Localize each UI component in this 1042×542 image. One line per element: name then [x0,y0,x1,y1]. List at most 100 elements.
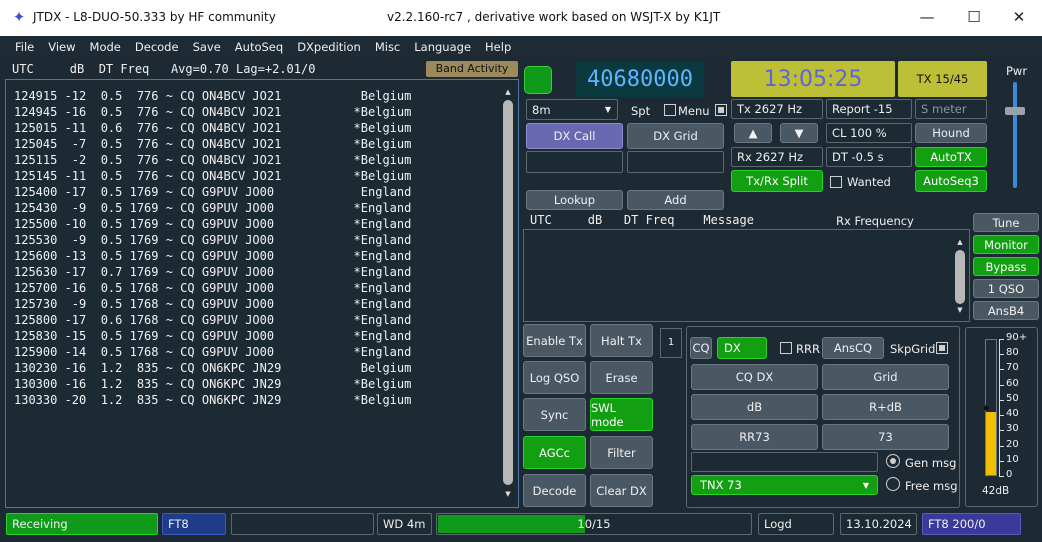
one-qso-button[interactable]: 1 QSO [973,279,1039,298]
gen-msg-radio[interactable] [886,454,900,468]
scroll-thumb[interactable] [503,100,513,485]
decode-line[interactable]: 125500 -10 0.5 1769 ~ CQ G9PUV JO00 *Eng… [14,216,502,232]
ans-b4-button[interactable]: AnsB4 [973,301,1039,320]
report-field[interactable]: Report -15 [826,99,912,119]
minimize-icon[interactable]: — [904,0,950,36]
s-meter-field[interactable]: S meter [915,99,987,119]
decode-line[interactable]: 125700 -16 0.5 1768 ~ CQ G9PUV JO00 *Eng… [14,280,502,296]
power-slider-handle[interactable] [1005,107,1025,115]
menu-misc[interactable]: Misc [368,36,407,58]
decode-line[interactable]: 130330 -20 1.2 835 ~ CQ ON6KPC JN29 *Bel… [14,392,502,408]
scroll-up-icon[interactable]: ▲ [955,238,965,246]
scroll-down-icon[interactable]: ▼ [955,306,965,314]
menu-dxpedition[interactable]: DXpedition [290,36,368,58]
up-arrow-button[interactable]: ▲ [734,123,772,143]
halt-tx-button[interactable]: Halt Tx [590,324,653,357]
menu-help[interactable]: Help [478,36,518,58]
decode-line[interactable]: 125730 -9 0.5 1768 ~ CQ G9PUV JO00 *Engl… [14,296,502,312]
hound-button[interactable]: Hound [915,123,987,143]
free-text-input[interactable] [691,452,878,472]
decode-line[interactable]: 125045 -7 0.5 776 ~ CQ ON4BCV JO21 *Belg… [14,136,502,152]
band-activity-panel[interactable]: 124915 -12 0.5 776 ~ CQ ON4BCV JO21 Belg… [5,79,519,508]
lookup-button[interactable]: Lookup [526,190,623,210]
filter-button[interactable]: Filter [590,436,653,469]
menu-save[interactable]: Save [186,36,228,58]
decode-line[interactable]: 130300 -16 1.2 835 ~ CQ ON6KPC JN29 *Bel… [14,376,502,392]
rrr-checkbox[interactable] [780,342,792,354]
band-activity-scrollbar[interactable]: ▲ ▼ [502,86,514,501]
menu-file[interactable]: File [8,36,41,58]
decode-line[interactable]: 125145 -11 0.5 776 ~ CQ ON4BCV JO21 *Bel… [14,168,502,184]
decode-line[interactable]: 125015 -11 0.6 776 ~ CQ ON4BCV JO21 *Bel… [14,120,502,136]
band-select[interactable]: 8m ▼ [526,99,618,120]
decode-line[interactable]: 124945 -16 0.5 776 ~ CQ ON4BCV JO21 *Bel… [14,104,502,120]
decode-line[interactable]: 125630 -17 0.7 1769 ~ CQ G9PUV JO00 *Eng… [14,264,502,280]
menu-view[interactable]: View [41,36,82,58]
decode-line[interactable]: 125115 -2 0.5 776 ~ CQ ON4BCV JO21 *Belg… [14,152,502,168]
menu-mode[interactable]: Mode [83,36,128,58]
cq-button[interactable]: CQ [690,337,712,359]
db-button[interactable]: dB [691,394,818,420]
r-db-button[interactable]: R+dB [822,394,949,420]
decode-line[interactable]: 125530 -9 0.5 1769 ~ CQ G9PUV JO00 *Engl… [14,232,502,248]
anscq-button[interactable]: AnsCQ [822,337,884,359]
scroll-thumb[interactable] [955,250,965,304]
dx-grid-button[interactable]: DX Grid [627,123,724,149]
decode-line[interactable]: 125430 -9 0.5 1769 ~ CQ G9PUV JO00 *Engl… [14,200,502,216]
band-activity-button[interactable]: Band Activity [426,61,518,77]
clear-dx-button[interactable]: Clear DX [590,474,653,507]
decode-line[interactable]: 124915 -12 0.5 776 ~ CQ ON4BCV JO21 Belg… [14,88,502,104]
menu-language[interactable]: Language [407,36,478,58]
add-button[interactable]: Add [627,190,724,210]
dx-call-button[interactable]: DX Call [526,123,623,149]
monitor-button[interactable]: Monitor [973,235,1039,254]
skpgrid-checkbox[interactable] [936,342,948,354]
free-msg-radio[interactable] [886,477,900,491]
rr73-button[interactable]: RR73 [691,424,818,450]
decode-line[interactable]: 125900 -14 0.5 1768 ~ CQ G9PUV JO00 *Eng… [14,344,502,360]
sync-button[interactable]: Sync [523,398,586,431]
enable-tx-button[interactable]: Enable Tx [523,324,586,357]
wanted-checkbox[interactable] [830,176,842,188]
grid-button[interactable]: Grid [822,364,949,390]
swl-mode-button[interactable]: SWL mode [590,398,653,431]
decode-line[interactable]: 125800 -17 0.6 1768 ~ CQ G9PUV JO00 *Eng… [14,312,502,328]
auto-tx-button[interactable]: AutoTX [915,147,987,167]
menu-decode[interactable]: Decode [128,36,186,58]
menu-autoseq[interactable]: AutoSeq [228,36,290,58]
dial-frequency[interactable]: 40680000 [576,61,704,97]
rx-frequency-panel[interactable]: ▲ ▼ [523,229,970,322]
spot-checkbox[interactable] [664,104,676,116]
tx-rx-split-button[interactable]: Tx/Rx Split [731,170,823,192]
bypass-button[interactable]: Bypass [973,257,1039,276]
power-slider-track[interactable] [1013,82,1017,188]
tnx73-select[interactable]: TNX 73 ▼ [691,475,878,495]
maximize-icon[interactable]: ☐ [951,0,997,36]
dx-call-field[interactable]: DX [717,337,767,359]
scroll-down-icon[interactable]: ▼ [503,490,513,498]
tab-1[interactable]: 1 [660,328,682,358]
cl-field[interactable]: CL 100 % [826,123,912,143]
decode-line[interactable]: 125600 -13 0.5 1769 ~ CQ G9PUV JO00 *Eng… [14,248,502,264]
dx-call-input[interactable] [526,151,623,173]
rx-panel-scrollbar[interactable]: ▲ ▼ [954,238,966,316]
tune-button[interactable]: Tune [973,213,1039,232]
agcc-button[interactable]: AGCc [523,436,586,469]
decode-line[interactable]: 125830 -15 0.5 1769 ~ CQ G9PUV JO00 *Eng… [14,328,502,344]
rx-frequency-field[interactable]: Rx 2627 Hz [731,147,823,167]
dt-field[interactable]: DT -0.5 s [826,147,912,167]
menu-checkbox[interactable] [715,104,727,116]
erase-button[interactable]: Erase [590,361,653,394]
log-qso-button[interactable]: Log QSO [523,361,586,394]
close-icon[interactable]: ✕ [996,0,1042,36]
scroll-up-icon[interactable]: ▲ [503,88,513,96]
dx-grid-input[interactable] [627,151,724,173]
decode-line[interactable]: 130230 -16 1.2 835 ~ CQ ON6KPC JN29 Belg… [14,360,502,376]
decode-list[interactable]: 124915 -12 0.5 776 ~ CQ ON4BCV JO21 Belg… [14,88,502,408]
auto-seq3-button[interactable]: AutoSeq3 [915,170,987,192]
down-arrow-button[interactable]: ▼ [780,123,818,143]
decode-button[interactable]: Decode [523,474,586,507]
decode-line[interactable]: 125400 -17 0.5 1769 ~ CQ G9PUV JO00 Engl… [14,184,502,200]
tx-frequency-field[interactable]: Tx 2627 Hz [731,99,823,119]
cq-dx-button[interactable]: CQ DX [691,364,818,390]
